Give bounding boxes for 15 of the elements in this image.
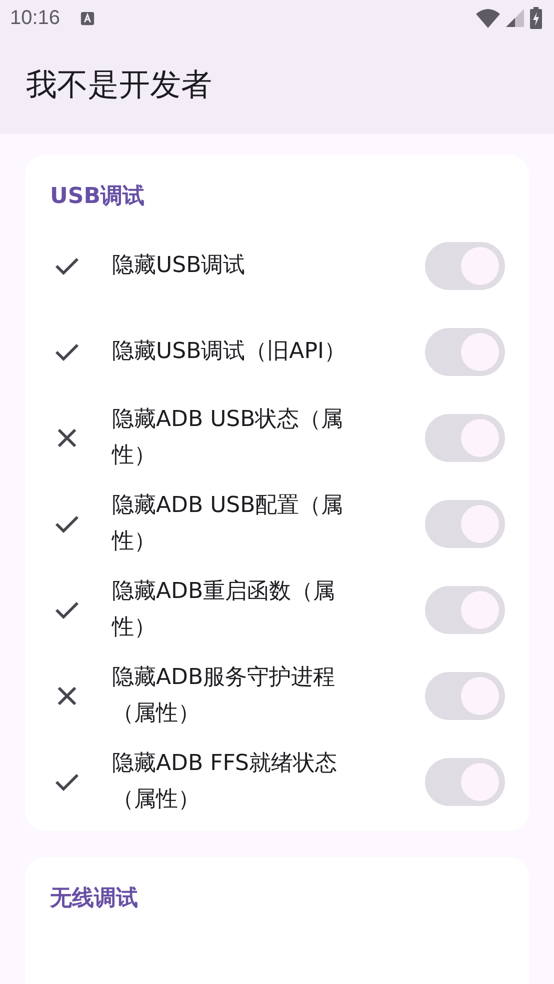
status-time: 10:16 — [10, 6, 60, 30]
option-label: 隐藏ADB重启函数（属性） — [112, 578, 336, 642]
keyboard-icon — [80, 10, 96, 26]
section-title: USB调试 — [49, 183, 146, 211]
battery-icon — [530, 7, 542, 29]
signal-icon — [506, 9, 524, 27]
option-label: 隐藏USB调试 — [112, 252, 246, 280]
wifi-icon — [476, 8, 500, 28]
option-label: 隐藏ADB USB状态（属性） — [112, 406, 344, 470]
option-label: 隐藏ADB USB配置（属性） — [112, 492, 344, 556]
option-label: 隐藏USB调试（旧API） — [112, 338, 347, 366]
option-label: 隐藏ADB FFS就绪状态（属性） — [112, 750, 338, 814]
app-title: 我不是开发者 — [26, 66, 212, 105]
option-label: 隐藏ADB服务守护进程（属性） — [112, 664, 336, 728]
section-title: 无线调试 — [48, 885, 139, 913]
